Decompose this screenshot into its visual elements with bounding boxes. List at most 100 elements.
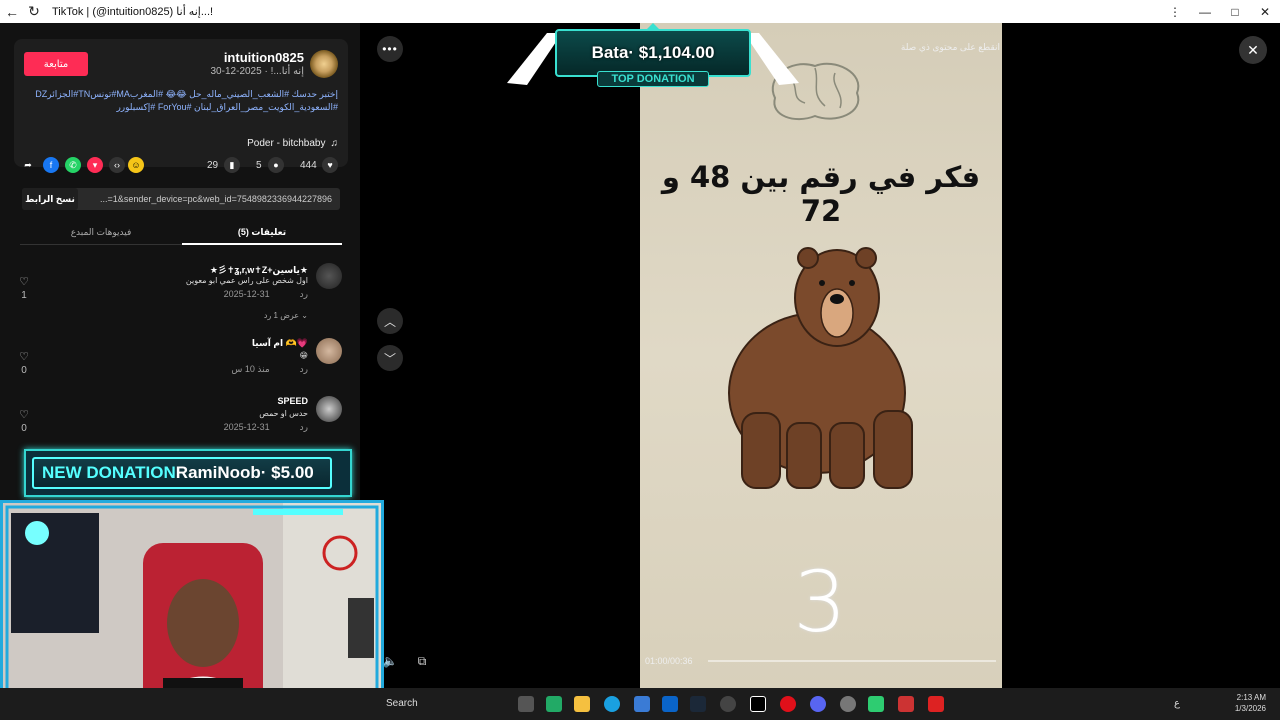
comment-count: 5 (256, 160, 262, 171)
clock-time: 2:13 AM (1236, 693, 1266, 702)
save-button[interactable]: ▮ (224, 157, 240, 173)
outlook-icon[interactable] (662, 696, 678, 712)
username[interactable]: intuition0825 (224, 50, 304, 65)
comment-text: حدس او حمص (259, 409, 308, 418)
comment-text: 😁 (299, 351, 308, 360)
link-bar: نسخ الرابط ...=1&sender_device=pc&web_id… (22, 188, 340, 210)
comment-author[interactable]: SPEED (277, 396, 308, 406)
reply-button[interactable]: رد (300, 364, 308, 375)
action-bar: ➦ f ✆ ▾ ‹› ☺ 29 ▮ 5 ● 444 ♥ (20, 155, 342, 177)
view-replies-button[interactable]: عرض 1 رد ⌄ (264, 311, 308, 320)
comment-like-button[interactable]: ♡ (18, 408, 30, 421)
top-donation-label: TOP DONATION (597, 71, 709, 87)
back-button[interactable]: ← (2, 2, 22, 22)
more-horizontal-icon: ••• (382, 42, 398, 56)
comment-avatar[interactable] (316, 263, 342, 289)
back-icon: ← (5, 3, 19, 20)
edge-icon[interactable] (604, 696, 620, 712)
music-link[interactable]: Poder - bitchbaby ♫ (247, 138, 338, 149)
maximize-button[interactable]: □ (1220, 0, 1250, 23)
task-view-icon[interactable] (518, 696, 534, 712)
app-4k-icon[interactable] (720, 696, 736, 712)
minimize-button[interactable]: — (1190, 0, 1220, 23)
maximize-icon: □ (1231, 4, 1239, 19)
browser-titlebar: ← ↻ TikTok | (@intuition0825) إنه أنا...… (0, 0, 1280, 23)
taskbar-search[interactable]: Search (386, 698, 418, 709)
system-clock[interactable]: 2:13 AM 1/3/2026 (1235, 692, 1266, 714)
avatar[interactable] (310, 50, 338, 78)
webcam-overlay (0, 500, 384, 720)
heart-outline-icon: ♡ (19, 409, 29, 421)
reply-button[interactable]: رد (300, 422, 308, 433)
follow-button[interactable]: متابعة (24, 52, 88, 76)
close-video-button[interactable]: ✕ (1239, 36, 1267, 64)
copy-link-button[interactable]: نسخ الرابط (22, 188, 78, 210)
file-explorer-icon[interactable] (574, 696, 590, 712)
window-close-button[interactable]: ✕ (1250, 0, 1280, 23)
refresh-icon: ↻ (28, 3, 40, 19)
tiktok-icon[interactable] (750, 696, 766, 712)
next-video-button[interactable]: ﹀ (377, 345, 403, 371)
facebook-share-button[interactable]: f (43, 157, 59, 173)
app-green-icon[interactable] (868, 696, 884, 712)
webcam-frame (5, 505, 379, 715)
emoji-button[interactable]: ☺ (128, 157, 144, 173)
video-progress-bar[interactable] (708, 660, 996, 662)
comment-like-count: 0 (21, 365, 27, 376)
comment-item: ★彡✝ʓ,r,w✝Z+ياسين★ اول شخص على راس عمي اب… (12, 263, 342, 303)
tray-language[interactable]: ع (1174, 698, 1180, 709)
app-red-icon[interactable] (898, 696, 914, 712)
comment-like-button[interactable]: ♡ (18, 350, 30, 363)
chevron-down-icon: ﹀ (383, 351, 396, 366)
like-count: 444 (300, 160, 317, 171)
like-button[interactable]: ♥ (322, 157, 338, 173)
prev-video-button[interactable]: ︿ (377, 308, 403, 334)
comment-avatar[interactable] (316, 396, 342, 422)
tab-comments[interactable]: تعليقات (5) (182, 221, 342, 245)
copilot-icon[interactable] (546, 696, 562, 712)
video-player[interactable]: فكر في رقم بين 48 و 72 3 انقطع على محتوى… (640, 23, 1002, 688)
comment-author[interactable]: ام آسيا 🫶💗 (252, 338, 308, 349)
related-notice[interactable]: انقطع على محتوى ذي صلة (890, 42, 1000, 53)
speaker-icon: 🔈 (382, 654, 398, 668)
telegram-share-button[interactable]: ▾ (87, 157, 103, 173)
video-time: 01:00/00:36 (645, 656, 693, 666)
embed-button[interactable]: ‹› (109, 157, 125, 173)
app-tf-icon[interactable] (928, 696, 944, 712)
close-icon: ✕ (1247, 41, 1259, 58)
windows-taskbar: Search ع 2:13 AM 1/3/2026 (0, 688, 1280, 720)
comment-button[interactable]: ● (268, 157, 284, 173)
tab-creator-videos[interactable]: فيديوهات المبدع (20, 221, 182, 245)
whatsapp-share-button[interactable]: ✆ (65, 157, 81, 173)
pip-button[interactable]: ⧉ (409, 648, 435, 674)
heart-icon: ♥ (327, 160, 333, 170)
refresh-button[interactable]: ↻ (24, 2, 44, 22)
share-url[interactable]: ...=1&sender_device=pc&web_id=7548982336… (100, 194, 332, 204)
comment-author[interactable]: ★彡✝ʓ,r,w✝Z+ياسين★ (210, 263, 308, 276)
menu-button[interactable]: ⋮ (1160, 0, 1190, 23)
opera-icon[interactable] (780, 696, 796, 712)
screen: ← ↻ TikTok | (@intuition0825) إنه أنا...… (0, 0, 1280, 720)
music-note-icon: ♫ (330, 138, 339, 149)
comment-avatar[interactable] (316, 338, 342, 364)
clock-date: 1/3/2026 (1234, 704, 1266, 713)
new-donation-text: RamiNoob· $5.00 (175, 463, 314, 482)
share-button[interactable]: ➦ (20, 157, 36, 173)
heart-outline-icon: ♡ (19, 351, 29, 363)
comment-item: ام آسيا 🫶💗 😁 منذ 10 س رد ♡ 0 (12, 338, 342, 378)
heart-outline-icon: ♡ (19, 276, 29, 288)
comment-like-button[interactable]: ♡ (18, 275, 30, 288)
post-date: إنه أنا...! · 2025-12-30 (210, 66, 305, 77)
obs-icon[interactable] (840, 696, 856, 712)
reply-button[interactable]: رد (300, 289, 308, 300)
new-donation-label: NEW DONATION (42, 463, 176, 482)
post-info-card: متابعة intuition0825 إنه أنا...! · 2025-… (14, 39, 348, 167)
discord-icon[interactable] (810, 696, 826, 712)
description-text[interactable]: إختبر حدسك #الشعب_الصيني_ماله_حل 😂😂 #الم… (35, 89, 338, 112)
more-options-button[interactable]: ••• (377, 36, 403, 62)
steam-icon[interactable] (690, 696, 706, 712)
embed-icon: ‹› (114, 160, 120, 170)
chevron-up-icon: ︿ (383, 314, 396, 329)
store-icon[interactable] (634, 696, 650, 712)
comment-icon: ● (273, 160, 279, 170)
